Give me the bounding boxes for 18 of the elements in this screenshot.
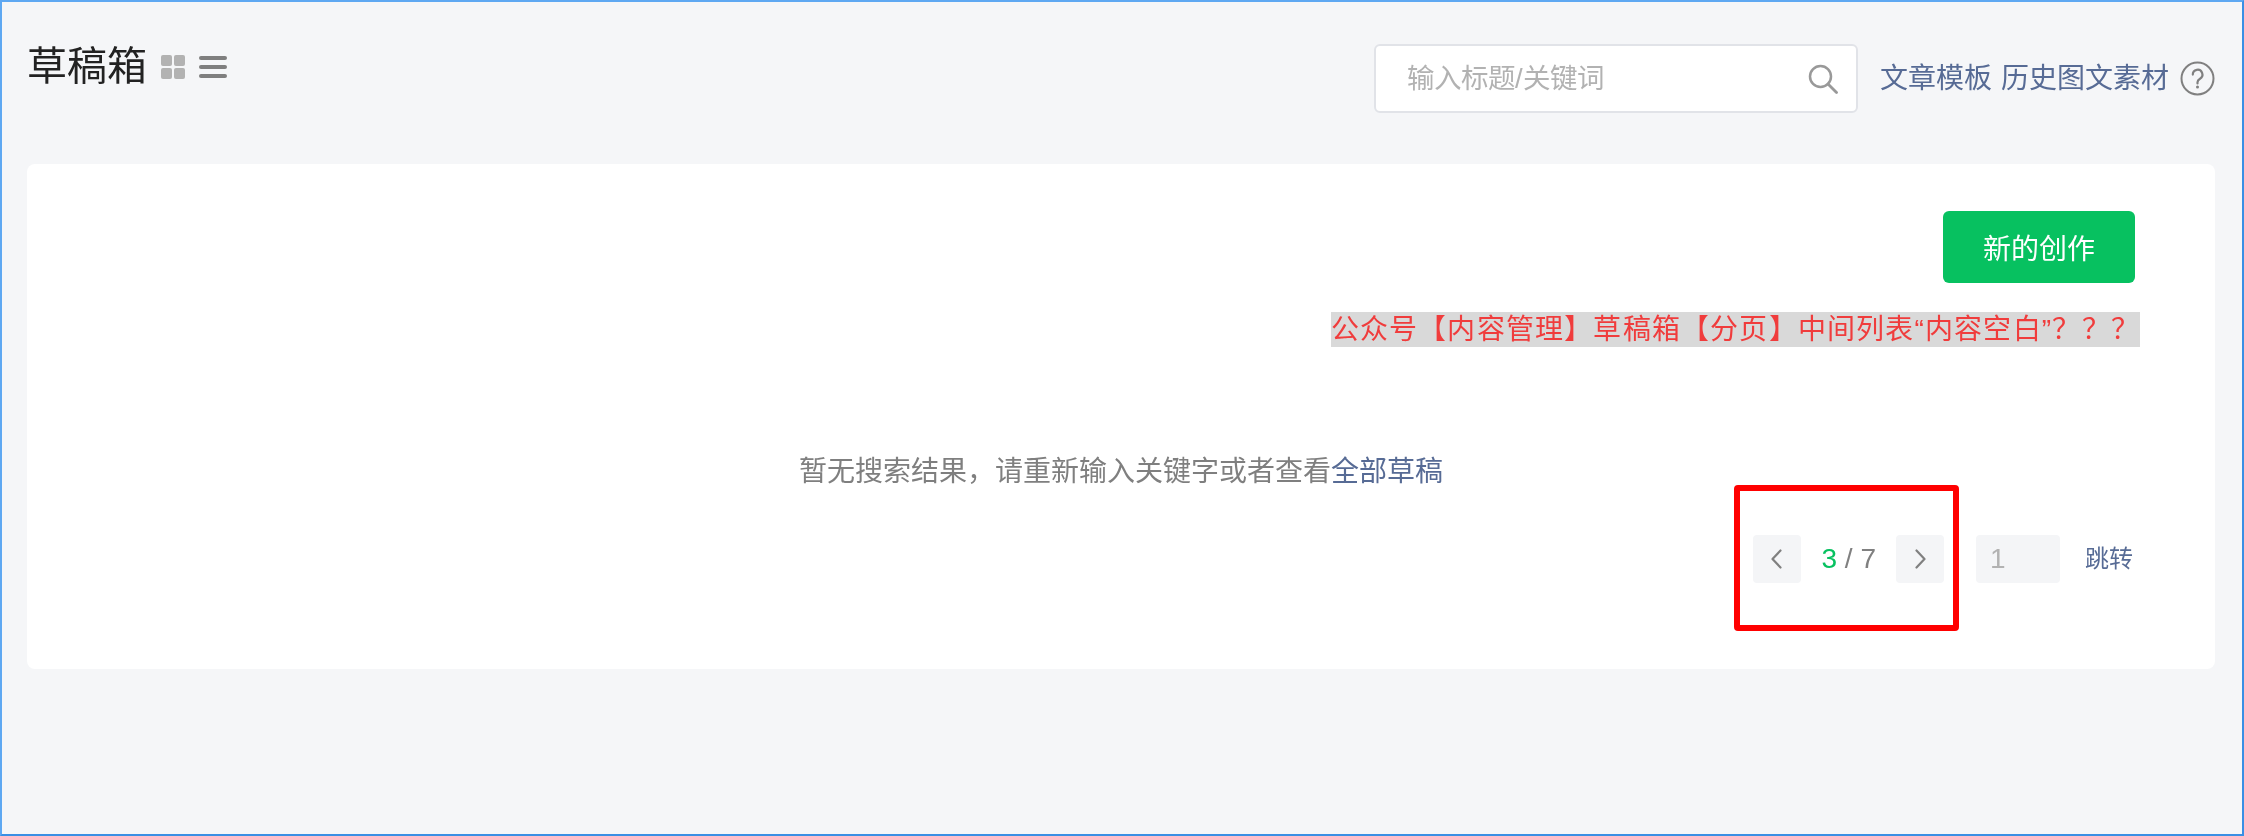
page-indicator: 3 / 7	[1821, 542, 1876, 576]
chevron-left-icon	[1771, 549, 1782, 569]
jump-button[interactable]: 跳转	[2085, 544, 2133, 574]
prev-page-button[interactable]	[1752, 535, 1801, 583]
header-link[interactable]: 文章模板	[1880, 61, 1992, 96]
help-icon[interactable]	[2180, 61, 2215, 96]
list-icon[interactable]	[199, 55, 227, 78]
grid-icon[interactable]	[161, 54, 185, 79]
empty-message: 暂无搜索结果，请重新输入关键字或者查看全部草稿	[799, 455, 1443, 489]
page-number-input[interactable]: 1	[1976, 535, 2060, 583]
annotation-note: 公众号【内容管理】草稿箱【分页】中间列表“内容空白”？？？	[1330, 312, 2140, 347]
search-field[interactable]: 输入标题/关键词	[1374, 44, 1858, 113]
search-icon[interactable]	[1808, 63, 1838, 94]
header-link[interactable]: 历史图文素材	[2001, 61, 2169, 96]
chevron-right-icon	[1914, 549, 1926, 569]
next-page-button[interactable]	[1896, 535, 1944, 583]
all-drafts-link[interactable]: 全部草稿	[1331, 456, 1443, 487]
page-title: 草稿箱	[27, 44, 147, 89]
